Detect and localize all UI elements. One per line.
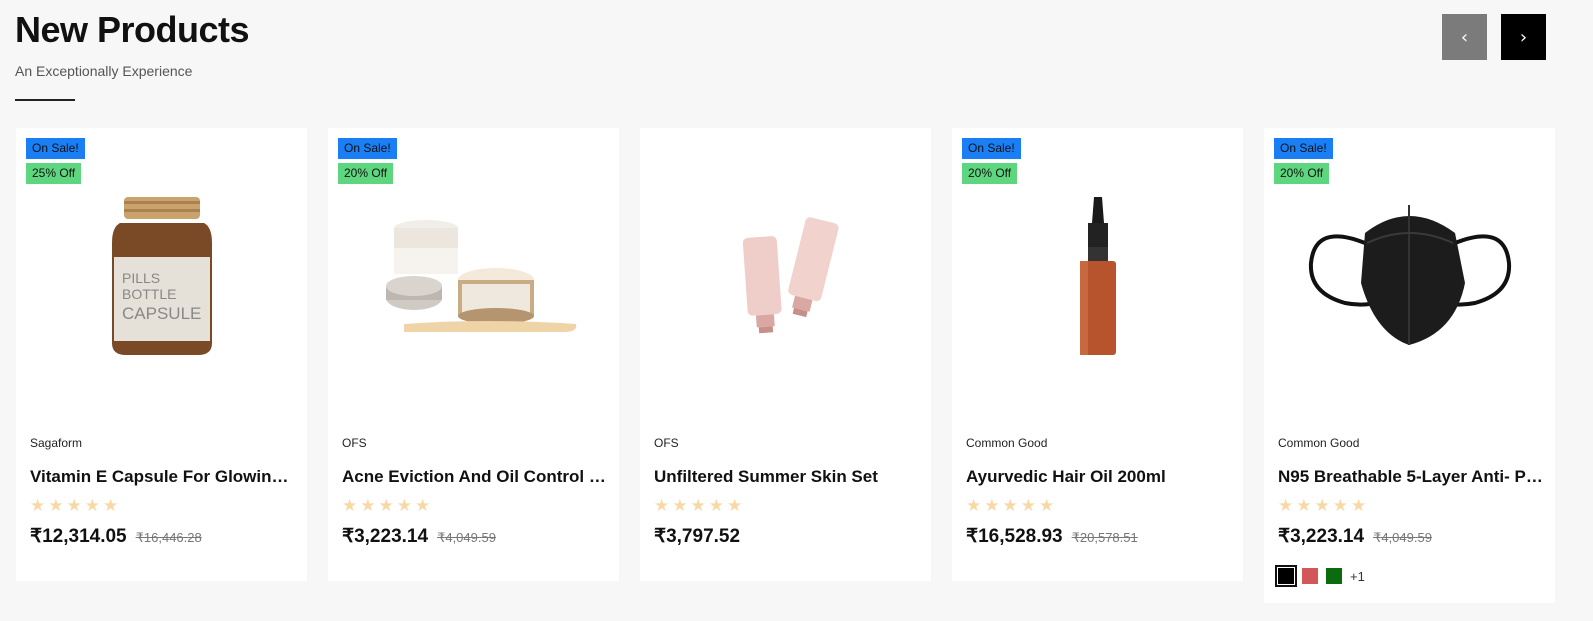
current-price: ₹3,223.14	[342, 526, 429, 547]
product-brand[interactable]: OFS	[342, 436, 367, 450]
star-icon: ★	[690, 496, 706, 516]
svg-text:PILLS: PILLS	[122, 270, 160, 286]
star-icon: ★	[1314, 496, 1330, 516]
product-brand[interactable]: OFS	[654, 436, 679, 450]
price-row: ₹3,797.52	[654, 525, 740, 548]
star-icon: ★	[415, 496, 431, 516]
sale-badge: On Sale!	[338, 138, 397, 159]
color-swatches: +1	[1275, 565, 1365, 587]
product-card[interactable]: On Sale! 20% Off Common Good Ayurvedic H…	[952, 128, 1243, 581]
sale-badge: On Sale!	[962, 138, 1021, 159]
original-price: ₹4,049.59	[437, 530, 496, 545]
star-icon: ★	[1039, 496, 1055, 516]
product-image[interactable]: PILLS BOTTLE CAPSULE	[16, 178, 307, 378]
original-price: ₹16,446.28	[135, 530, 202, 545]
price-row: ₹12,314.05 ₹16,446.28	[30, 525, 202, 548]
star-icon: ★	[1278, 496, 1294, 516]
title-underline	[15, 99, 75, 101]
price-row: ₹16,528.93 ₹20,578.51	[966, 525, 1138, 548]
current-price: ₹3,223.14	[1278, 526, 1365, 547]
price-row: ₹3,223.14 ₹4,049.59	[1278, 525, 1432, 548]
carousel-next-button[interactable]: ›	[1501, 14, 1546, 60]
star-icon: ★	[1351, 496, 1367, 516]
color-swatch-green[interactable]	[1326, 568, 1342, 584]
star-icon: ★	[672, 496, 688, 516]
star-icon: ★	[84, 496, 100, 516]
star-icon: ★	[966, 496, 982, 516]
chevron-left-icon: ‹	[1460, 26, 1469, 48]
star-icon: ★	[103, 496, 119, 516]
section-subtitle: An Exceptionally Experience	[15, 63, 193, 79]
product-brand[interactable]: Sagaform	[30, 436, 82, 450]
product-image[interactable]	[1264, 178, 1555, 378]
price-row: ₹3,223.14 ₹4,049.59	[342, 525, 496, 548]
star-icon: ★	[66, 496, 82, 516]
rating-stars: ★ ★ ★ ★ ★	[654, 496, 742, 516]
product-card[interactable]: OFS Unfiltered Summer Skin Set ★ ★ ★ ★ ★…	[640, 128, 931, 581]
product-image[interactable]	[952, 178, 1243, 378]
product-brand[interactable]: Common Good	[1278, 436, 1359, 450]
star-icon: ★	[48, 496, 64, 516]
star-icon: ★	[1020, 496, 1036, 516]
star-icon: ★	[1002, 496, 1018, 516]
product-name[interactable]: Ayurvedic Hair Oil 200ml	[966, 467, 1231, 487]
product-name[interactable]: Unfiltered Summer Skin Set	[654, 467, 919, 487]
star-icon: ★	[342, 496, 358, 516]
star-icon: ★	[378, 496, 394, 516]
star-icon: ★	[727, 496, 743, 516]
product-card[interactable]: On Sale! 25% Off PILLS BOTTLE CAPSULE Sa…	[16, 128, 307, 581]
rating-stars: ★ ★ ★ ★ ★	[342, 496, 430, 516]
sale-badge: On Sale!	[1274, 138, 1333, 159]
product-image[interactable]	[328, 178, 619, 378]
product-card[interactable]: On Sale! 20% Off OFS Acne Eviction And O…	[328, 128, 619, 581]
star-icon: ★	[1296, 496, 1312, 516]
star-icon: ★	[1332, 496, 1348, 516]
carousel-prev-button[interactable]: ‹	[1442, 14, 1487, 60]
star-icon: ★	[708, 496, 724, 516]
rating-stars: ★ ★ ★ ★ ★	[1278, 496, 1366, 516]
product-name[interactable]: Acne Eviction And Oil Control Gel-...	[342, 467, 607, 487]
rating-stars: ★ ★ ★ ★ ★	[966, 496, 1054, 516]
star-icon: ★	[984, 496, 1000, 516]
star-icon: ★	[654, 496, 670, 516]
product-name[interactable]: N95 Breathable 5-Layer Anti- Poll...	[1278, 467, 1543, 487]
current-price: ₹12,314.05	[30, 526, 127, 547]
current-price: ₹3,797.52	[654, 526, 741, 547]
svg-text:BOTTLE: BOTTLE	[122, 286, 176, 302]
star-icon: ★	[360, 496, 376, 516]
rating-stars: ★ ★ ★ ★ ★	[30, 496, 118, 516]
original-price: ₹20,578.51	[1071, 530, 1138, 545]
color-swatch-red[interactable]	[1302, 568, 1318, 584]
current-price: ₹16,528.93	[966, 526, 1063, 547]
face-mask-image	[1308, 205, 1511, 345]
svg-text:CAPSULE: CAPSULE	[122, 304, 201, 323]
oil-bottle-image	[1079, 197, 1116, 355]
skin-tubes-image	[742, 217, 839, 334]
section-title: New Products	[15, 9, 250, 50]
capsule-jar-image: PILLS BOTTLE CAPSULE	[111, 197, 212, 355]
chevron-right-icon: ›	[1519, 26, 1528, 48]
cream-jars-image	[385, 220, 576, 332]
product-image[interactable]	[640, 178, 931, 378]
product-card[interactable]: On Sale! 20% Off Common Good N95 Breatha…	[1264, 128, 1555, 603]
section-header: New Products An Exceptionally Experience	[15, 9, 250, 101]
sale-badge: On Sale!	[26, 138, 85, 159]
original-price: ₹4,049.59	[1373, 530, 1432, 545]
star-icon: ★	[396, 496, 412, 516]
star-icon: ★	[30, 496, 46, 516]
product-brand[interactable]: Common Good	[966, 436, 1047, 450]
product-name[interactable]: Vitamin E Capsule For Glowing Fac...	[30, 467, 295, 487]
more-colors-count[interactable]: +1	[1350, 569, 1365, 584]
color-swatch-black[interactable]	[1275, 565, 1297, 587]
